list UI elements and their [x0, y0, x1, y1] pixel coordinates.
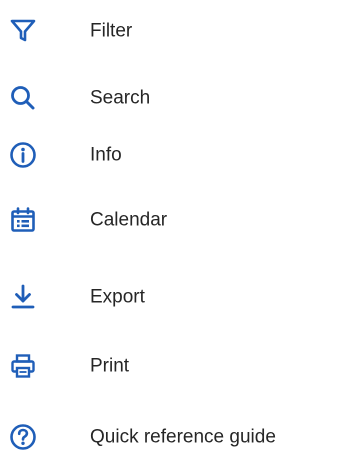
menu-item-label: Calendar [90, 209, 168, 231]
menu-item-label: Export [90, 286, 145, 308]
menu-item-search[interactable]: Search [0, 73, 344, 123]
menu-item-quick-reference-guide[interactable]: Quick reference guide [0, 412, 344, 462]
info-icon [6, 138, 40, 172]
menu-item-print[interactable]: Print [0, 341, 344, 391]
menu-item-label: Print [90, 355, 130, 377]
action-menu: Filter Search Info Calendar Export Print… [0, 0, 344, 461]
download-icon [6, 280, 40, 314]
menu-item-label: Search [90, 87, 151, 109]
menu-item-calendar[interactable]: Calendar [0, 195, 344, 245]
filter-icon [6, 14, 40, 48]
printer-icon [6, 349, 40, 383]
menu-item-label: Filter [90, 20, 133, 42]
menu-item-label: Quick reference guide [90, 426, 276, 448]
search-icon [6, 81, 40, 115]
help-circle-icon [6, 420, 40, 454]
menu-item-export[interactable]: Export [0, 272, 344, 322]
menu-item-info[interactable]: Info [0, 130, 344, 180]
menu-item-filter[interactable]: Filter [0, 6, 344, 56]
calendar-icon [6, 203, 40, 237]
menu-item-label: Info [90, 144, 122, 166]
